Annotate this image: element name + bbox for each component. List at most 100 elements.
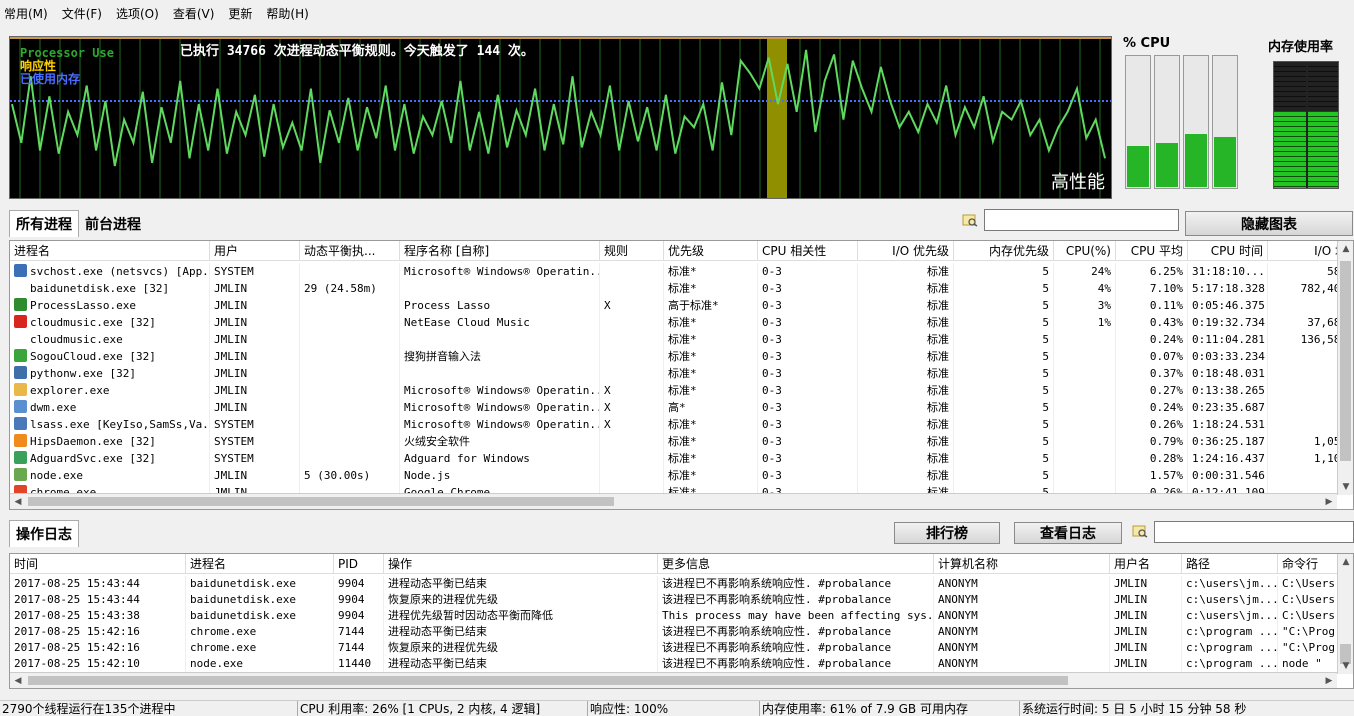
cell-io: 标准 [858,365,954,382]
process-row[interactable]: node.exe JMLIN 5 (30.00s) Node.js 标准* 0-3 标准 5 1… [10,467,1337,484]
log-column-header[interactable]: 时间 [10,554,186,573]
log-row[interactable]: 2017-08-25 15:42:16 chrome.exe 7144 进程动态平衡已… [10,624,1337,640]
column-header[interactable]: CPU 时间 [1188,241,1268,260]
column-header[interactable]: 动态平衡执... [300,241,400,260]
process-row[interactable]: cloudmusic.exe JMLIN 标准* 0-3 标准 5 0.24% 0:11:04… [10,331,1337,348]
cpu-core-bar [1183,55,1209,189]
column-header[interactable]: 用户 [210,241,300,260]
log-row[interactable]: 2017-08-25 15:43:38 baidunetdisk.exe 9904 进… [10,608,1337,624]
process-row[interactable]: SogouCloud.exe [32] JMLIN 搜狗拼音输入法 标准* 0-3 标准 5… [10,348,1337,365]
scroll-left-icon[interactable]: ◀ [10,494,26,509]
log-horizontal-scrollbar[interactable]: ◀ ▶ [10,672,1337,688]
process-row[interactable]: baidunetdisk.exe [32] JMLIN 29 (24.58m) 标准*… [10,280,1337,297]
process-icon [14,349,27,362]
process-icon [14,417,27,430]
cell-priority: 标准* [664,433,758,450]
process-table: 进程名 用户 动态平衡执... 程序名称 [自称] 规则 优先级 CPU 相关性 I/O 优先… [9,240,1354,510]
process-vertical-scrollbar[interactable]: ▲ ▼ [1337,241,1353,495]
scroll-right-icon[interactable]: ▶ [1321,673,1337,688]
log-row[interactable]: 2017-08-25 15:43:44 baidunetdisk.exe 9904 进… [10,576,1337,592]
view-log-button[interactable]: 查看日志 [1014,522,1122,544]
log-row[interactable]: 2017-08-25 15:42:10 node.exe 11440 进程动态平衡已结… [10,656,1337,672]
cell-affinity: 0-3 [758,433,858,450]
process-row[interactable]: pythonw.exe [32] JMLIN 标准* 0-3 标准 5 0.37% 0:18:… [10,365,1337,382]
log-search-input[interactable] [1154,521,1354,543]
cell-program: Microsoft® Windows® Operatin... [400,382,600,399]
process-name: cloudmusic.exe [30,333,123,346]
log-row[interactable]: 2017-08-25 15:43:44 baidunetdisk.exe 9904 恢… [10,592,1337,608]
cell-cpu-avg: 6.25% [1116,263,1188,280]
log-row[interactable]: 2017-08-25 15:42:16 chrome.exe 7144 恢复原来的进程… [10,640,1337,656]
log-column-header[interactable]: 计算机名称 [934,554,1110,573]
log-cell-user: JMLIN [1110,640,1182,656]
process-row[interactable]: cloudmusic.exe [32] JMLIN NetEase Cloud Mu… [10,314,1337,331]
log-column-header[interactable]: PID [334,554,384,573]
cell-rule [600,433,664,450]
menu-common[interactable]: 常用(M) [4,5,48,22]
scroll-up-icon[interactable]: ▲ [1338,241,1353,257]
process-row[interactable]: dwm.exe JMLIN Microsoft® Windows® Operatin… [10,399,1337,416]
cell-program: Microsoft® Windows® Operatin... [400,416,600,433]
column-header[interactable]: CPU 相关性 [758,241,858,260]
process-row[interactable]: HipsDaemon.exe [32] SYSTEM 火绒安全软件 标准* 0-3 标准 5… [10,433,1337,450]
column-header[interactable]: 程序名称 [自称] [400,241,600,260]
graph-canvas [10,37,1111,198]
log-column-header[interactable]: 用户名 [1110,554,1182,573]
cell-io-delta: 0 [1268,416,1337,433]
process-row[interactable]: svchost.exe (netsvcs) [App... SYSTEM Micro… [10,263,1337,280]
cell-cpu-time: 1:18:24.531 [1188,416,1268,433]
log-column-header[interactable]: 操作 [384,554,658,573]
menu-help[interactable]: 帮助(H) [266,5,308,22]
scroll-down-icon[interactable]: ▼ [1338,658,1353,674]
column-header[interactable]: CPU(%) [1054,241,1116,260]
process-row[interactable]: ProcessLasso.exe JMLIN Process Lasso X 高于标准*… [10,297,1337,314]
column-header[interactable]: 规则 [600,241,664,260]
log-column-header[interactable]: 更多信息 [658,554,934,573]
cell-user: JMLIN [210,484,300,493]
cell-cpu-time: 0:19:32.734 [1188,314,1268,331]
process-horizontal-scrollbar[interactable]: ◀ ▶ [10,493,1337,509]
column-header[interactable]: I/O 优先级 [858,241,954,260]
process-name-cell: svchost.exe (netsvcs) [App... [10,263,210,280]
cell-io-delta: 136,580 [1268,331,1337,348]
cell-cpu [1054,416,1116,433]
process-row[interactable]: AdguardSvc.exe [32] SYSTEM Adguard for Win… [10,450,1337,467]
hide-chart-button[interactable]: 隐藏图表 [1185,211,1353,236]
tab-all-processes[interactable]: 所有进程 [9,210,79,237]
column-header[interactable]: 内存优先级 [954,241,1054,260]
log-vertical-scrollbar[interactable]: ▲ ▼ [1337,554,1353,674]
menu-view[interactable]: 查看(V) [173,5,215,22]
status-memory: 内存使用率: 61% of 7.9 GB 可用内存 [760,701,1020,716]
scroll-down-icon[interactable]: ▼ [1338,479,1353,495]
log-cell-pid: 7144 [334,640,384,656]
process-row[interactable]: explorer.exe JMLIN Microsoft® Windows® Ope… [10,382,1337,399]
menu-file[interactable]: 文件(F) [62,5,102,22]
column-header[interactable]: 进程名 [10,241,210,260]
cell-cpu-avg: 1.57% [1116,467,1188,484]
cell-cpu-time: 0:18:48.031 [1188,365,1268,382]
tab-action-log[interactable]: 操作日志 [9,520,79,547]
cell-io-delta: 0 [1268,484,1337,493]
cell-io-delta: 580 [1268,263,1337,280]
cell-cpu-time: 0:23:35.687 [1188,399,1268,416]
tab-foreground-processes[interactable]: 前台进程 [79,211,147,237]
cell-mem: 5 [954,382,1054,399]
log-cell-proc: baidunetdisk.exe [186,576,334,592]
log-cell-host: ANONYM [934,592,1110,608]
ranking-button[interactable]: 排行榜 [894,522,1000,544]
log-cell-path: c:\program ... [1182,640,1278,656]
process-row[interactable]: lsass.exe [KeyIso,SamSs,Va... SYSTEM Micro… [10,416,1337,433]
log-column-header[interactable]: 进程名 [186,554,334,573]
cell-user: JMLIN [210,382,300,399]
column-header[interactable]: 优先级 [664,241,758,260]
column-header[interactable]: CPU 平均 [1116,241,1188,260]
scroll-right-icon[interactable]: ▶ [1321,494,1337,509]
log-cell-op: 恢复原来的进程优先级 [384,640,658,656]
scroll-up-icon[interactable]: ▲ [1338,554,1353,570]
process-search-input[interactable] [984,209,1179,231]
scroll-left-icon[interactable]: ◀ [10,673,26,688]
log-column-header[interactable]: 路径 [1182,554,1278,573]
menu-options[interactable]: 选项(O) [116,5,159,22]
process-row[interactable]: chrome.exe JMLIN Google Chrome 标准* 0-3 标准 5 0.2… [10,484,1337,493]
menu-update[interactable]: 更新 [228,5,252,22]
